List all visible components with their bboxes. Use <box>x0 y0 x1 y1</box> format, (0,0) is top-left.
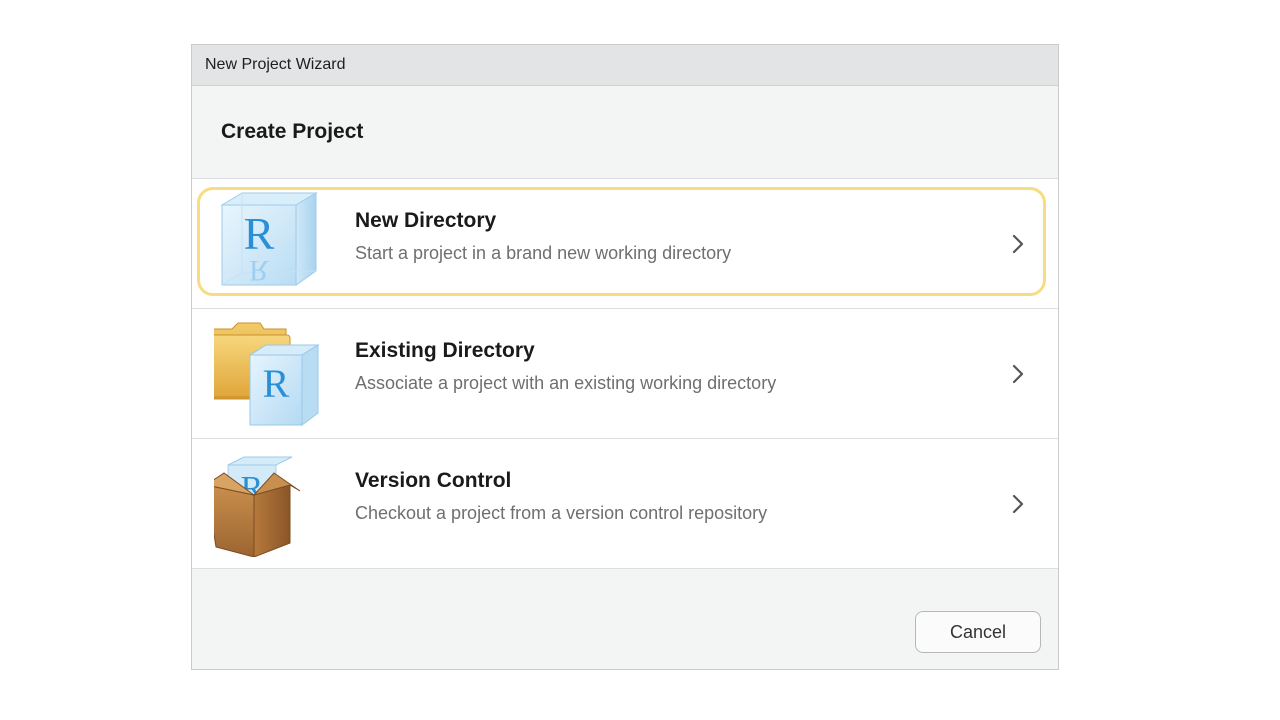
option-title: New Directory <box>355 209 497 232</box>
heading-area: Create Project <box>192 86 1058 179</box>
project-type-list: R R New Directory Start a project in a b… <box>192 179 1058 569</box>
folder-r-icon: R <box>207 321 324 427</box>
option-text: Existing Directory Associate a project w… <box>355 339 776 394</box>
svg-text:R: R <box>244 208 275 259</box>
option-new-directory[interactable]: R R New Directory Start a project in a b… <box>192 179 1058 309</box>
dialog-footer: Cancel <box>192 569 1058 669</box>
chevron-right-icon <box>1006 492 1030 516</box>
option-description: Start a project in a brand new working d… <box>355 243 732 263</box>
r-cube-icon: R R <box>214 191 324 297</box>
option-description: Checkout a project from a version contro… <box>355 503 768 523</box>
option-title: Existing Directory <box>355 339 535 362</box>
option-version-control[interactable]: R Version Control Checkout a project fro… <box>192 439 1058 569</box>
new-project-wizard-dialog: New Project Wizard Create Project R R Ne… <box>191 44 1059 670</box>
dialog-title: New Project Wizard <box>205 56 346 73</box>
option-text: New Directory Start a project in a brand… <box>355 209 731 264</box>
svg-text:R: R <box>263 361 290 406</box>
page-title: Create Project <box>221 120 364 143</box>
option-text: Version Control Checkout a project from … <box>355 469 767 524</box>
svg-text:R: R <box>249 254 269 287</box>
cancel-button[interactable]: Cancel <box>915 611 1041 653</box>
chevron-right-icon <box>1006 232 1030 256</box>
option-existing-directory[interactable]: R Existing Directory Associate a project… <box>192 309 1058 439</box>
box-r-icon: R <box>204 451 324 558</box>
option-title: Version Control <box>355 469 512 492</box>
chevron-right-icon <box>1006 362 1030 386</box>
dialog-titlebar[interactable]: New Project Wizard <box>192 45 1058 86</box>
option-description: Associate a project with an existing wor… <box>355 373 777 393</box>
